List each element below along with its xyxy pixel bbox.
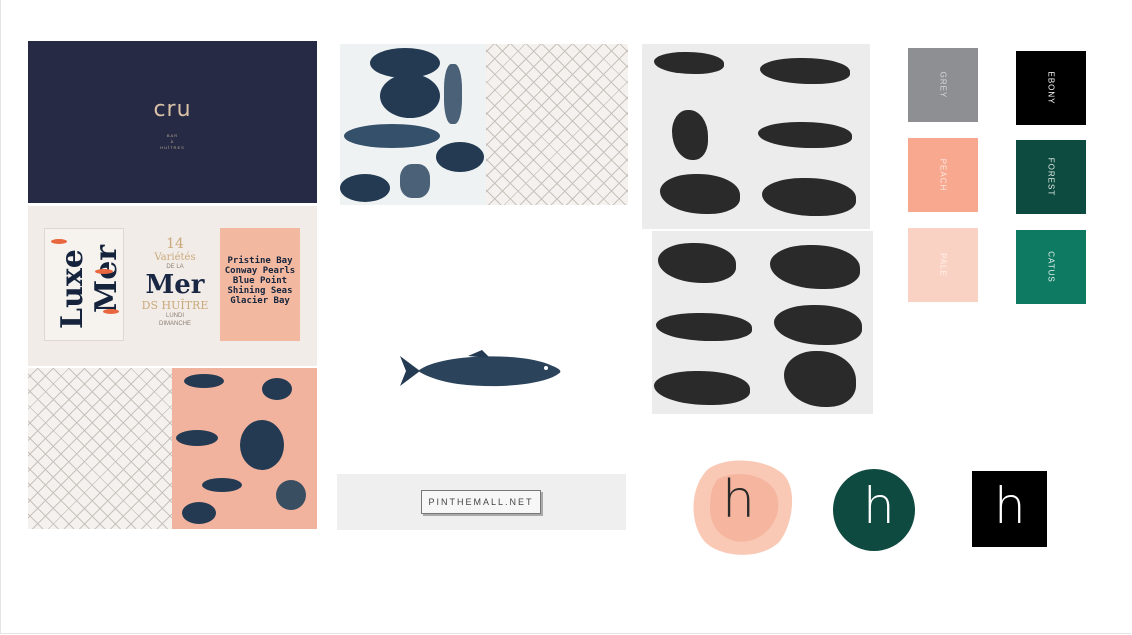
swatch-label: PEACH <box>938 158 948 192</box>
swatch-label: EBONY <box>1046 71 1056 105</box>
cru-logo: cru <box>153 97 192 122</box>
fish-shape <box>182 502 216 524</box>
poster-word-mer: Mer <box>89 244 124 313</box>
poster-oyster-list: Pristine Bay Conway Pearls Blue Point Sh… <box>220 228 300 341</box>
seafood-pattern-pink <box>172 368 317 529</box>
figure-silhouette <box>758 122 852 148</box>
figure-silhouette <box>774 305 862 345</box>
figure-photo-grid-bottom <box>652 231 873 414</box>
fish-icon <box>51 239 67 244</box>
swatch-label: PALE <box>938 253 948 277</box>
swatch-label: CATUS <box>1046 251 1056 283</box>
poster-day: LUNDI <box>165 313 184 319</box>
poster-huitre: DS HUÎTRE <box>141 299 209 312</box>
figure-silhouette <box>784 351 856 407</box>
fish-icon <box>103 309 119 314</box>
fish-shape <box>202 478 242 492</box>
oyster-name: Shining Seas <box>227 286 293 296</box>
swatch-label: FOREST <box>1046 157 1056 197</box>
mussel-shape <box>380 74 440 118</box>
swatch-peach: PEACH <box>908 138 978 212</box>
fish-shape <box>176 430 218 446</box>
figure-silhouette <box>770 245 860 289</box>
figure-silhouette <box>654 371 750 405</box>
swatch-pale: PALE <box>908 228 978 302</box>
swatch-ebony: EBONY <box>1016 51 1086 125</box>
seafood-pattern-ink <box>340 44 486 205</box>
oyster-name: Blue Point <box>232 276 288 286</box>
mussel-shape <box>436 142 484 172</box>
swatch-label: GREY <box>938 71 948 99</box>
poster-luxe-mer: Luxe Mer <box>44 228 124 341</box>
watermark-bar: PINTHEMALL.NET <box>337 474 626 530</box>
fish-shape <box>344 124 440 148</box>
salmon-illustration <box>400 350 561 387</box>
fish-shape <box>184 374 224 388</box>
poster-day: DIMANCHE <box>158 321 191 327</box>
fish-icon <box>95 269 113 274</box>
pinthemall-watermark: PINTHEMALL.NET <box>421 490 541 514</box>
swatch-grey: GREY <box>908 48 978 122</box>
cru-sub-line: HUÎTRES <box>160 145 185 150</box>
cru-subtitle: BAR À HUÎTRES <box>28 133 317 151</box>
poster-trio: Luxe Mer 14 Variétés DE LA Mer DS HUÎTRE… <box>28 206 317 366</box>
logo-black-square: h <box>972 471 1047 547</box>
logo-forest-circle: h <box>833 469 915 551</box>
figure-silhouette <box>654 52 724 74</box>
figure-silhouette <box>672 110 708 160</box>
oyster-name: Pristine Bay <box>227 256 293 266</box>
figure-silhouette <box>656 313 752 341</box>
logo-h-letter: h <box>994 477 1026 535</box>
figure-silhouette <box>660 174 740 214</box>
shrimp-shape <box>444 64 462 124</box>
mussel-shape <box>240 420 284 470</box>
figure-photo-grid-top <box>642 44 870 229</box>
figure-silhouette <box>760 58 850 84</box>
swatch-forest: FOREST <box>1016 140 1086 214</box>
poster-14-varietes: 14 Variétés DE LA Mer DS HUÎTRE LUNDI DI… <box>132 228 218 341</box>
figure-silhouette <box>762 178 856 216</box>
shrimp-shape <box>400 164 430 198</box>
cru-brand-card: cru BAR À HUÎTRES <box>28 41 317 203</box>
figure-silhouette <box>658 243 736 283</box>
mussel-shape <box>340 174 390 202</box>
logo-h-letter: h <box>722 470 755 530</box>
poster-number: 14 <box>166 236 184 252</box>
poster-word-luxe: Luxe <box>55 249 90 329</box>
mussel-shape <box>262 378 292 400</box>
logo-h-letter: h <box>863 477 895 535</box>
oyster-name: Conway Pearls <box>224 266 296 276</box>
poster-varietes: Variétés <box>154 252 196 263</box>
geometric-pattern-tile <box>486 44 628 205</box>
oyster-name: Glacier Bay <box>230 296 290 306</box>
geometric-pattern-tile <box>28 368 172 529</box>
poster-mer: Mer <box>145 270 205 300</box>
shrimp-shape <box>276 480 306 510</box>
swatch-catus: CATUS <box>1016 230 1086 304</box>
